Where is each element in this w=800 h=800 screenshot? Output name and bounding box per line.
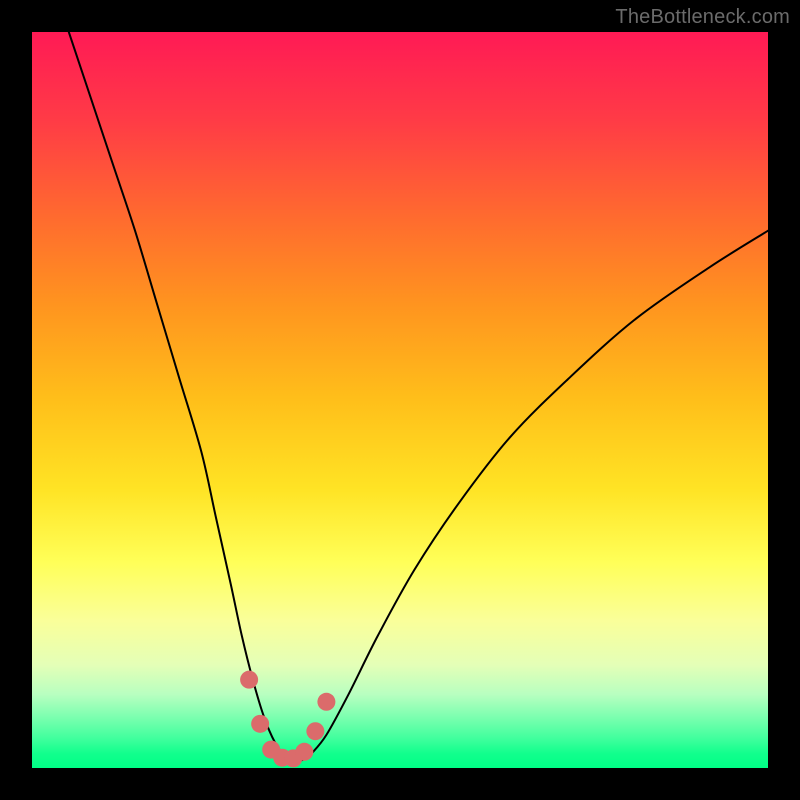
plot-area bbox=[32, 32, 768, 768]
chart-frame: TheBottleneck.com bbox=[0, 0, 800, 800]
highlight-dot bbox=[251, 715, 269, 733]
highlight-dots bbox=[240, 671, 335, 768]
highlight-dot bbox=[295, 743, 313, 761]
bottleneck-curve bbox=[69, 32, 768, 761]
highlight-dot bbox=[306, 722, 324, 740]
curve-svg bbox=[32, 32, 768, 768]
highlight-dot bbox=[317, 693, 335, 711]
highlight-dot bbox=[240, 671, 258, 689]
watermark-label: TheBottleneck.com bbox=[615, 6, 790, 29]
